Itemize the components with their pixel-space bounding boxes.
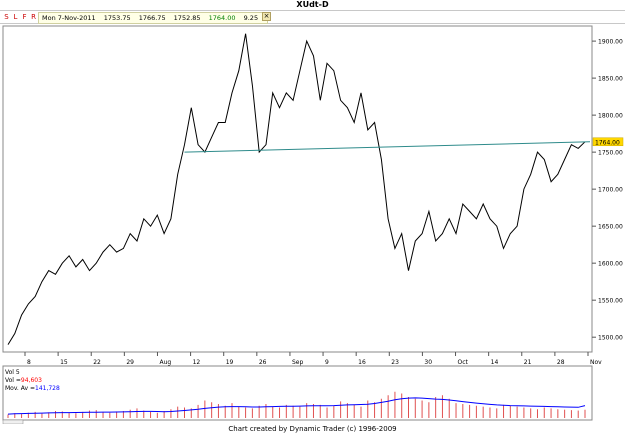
bar-high: 1766.75 <box>138 14 166 22</box>
x-tick-label: Nov <box>590 359 602 366</box>
y-tick-label: 1900.00 <box>598 39 623 46</box>
bar-change: 9.25 <box>243 14 259 22</box>
close-icon[interactable]: × <box>262 12 271 21</box>
chart-canvas[interactable]: 1900.00 1850.00 1800.00 1750.00 1700.00 1650.… <box>0 24 625 424</box>
bar-open: 1753.75 <box>103 14 131 22</box>
bar-close: 1764.00 <box>208 14 236 22</box>
x-tick-label: 14 <box>491 359 499 366</box>
footer-credit: Chart created by Dynamic Trader (c) 1996… <box>0 424 625 435</box>
x-tick-label: 30 <box>424 359 432 366</box>
x-tick-label: 8 <box>27 359 31 366</box>
bar-date: Mon 7-Nov-2011 <box>42 14 96 22</box>
volume-value: 94,603 <box>21 377 42 384</box>
x-tick-label: 26 <box>259 359 267 366</box>
y-tick-label: 1500.00 <box>598 335 623 342</box>
ohlc-readout: Mon 7-Nov-2011 1753.75 1766.75 1752.85 1… <box>38 12 269 24</box>
x-tick-label: Oct <box>458 359 469 366</box>
x-tick-label: 19 <box>226 359 234 366</box>
x-tick-label: Sep <box>292 359 304 366</box>
x-tick-label: 21 <box>524 359 532 366</box>
x-tick-label: 28 <box>557 359 565 366</box>
y-tick-label: 1800.00 <box>598 113 623 120</box>
y-tick-label: 1700.00 <box>598 187 623 194</box>
x-tick-label: 23 <box>391 359 399 366</box>
toolbar-button-s[interactable]: S <box>2 13 11 22</box>
x-tick-label: 12 <box>193 359 201 366</box>
window-title: XUdt-D <box>0 0 625 10</box>
volume-panel-title: Vol 5 <box>5 369 20 376</box>
toolbar-button-f[interactable]: F <box>20 13 29 22</box>
y-tick-label: 1750.00 <box>598 150 623 157</box>
price-panel <box>2 25 593 353</box>
toolbar-button-l[interactable]: L <box>11 13 20 22</box>
x-tick-label: 9 <box>325 359 329 366</box>
bar-low: 1752.85 <box>173 14 201 22</box>
y-tick-label: 1650.00 <box>598 224 623 231</box>
x-tick-label: 16 <box>358 359 366 366</box>
info-bar: S L F R Mon 7-Nov-2011 1753.75 1766.75 1… <box>0 10 625 24</box>
moving-average-readout: Mov. Av =141,728 <box>5 385 60 392</box>
moving-average-value: 141,728 <box>35 385 60 392</box>
x-tick-label: 22 <box>93 359 101 366</box>
x-tick-label: 29 <box>126 359 134 366</box>
y-tick-label: 1550.00 <box>598 298 623 305</box>
x-tick-label: Aug <box>159 359 171 366</box>
y-tick-label: 1600.00 <box>598 261 623 268</box>
chart-window: XUdt-D S L F R Mon 7-Nov-2011 1753.75 17… <box>0 0 625 435</box>
x-tick-label: 15 <box>60 359 68 366</box>
current-price-label: 1764.00 <box>595 139 620 146</box>
y-tick-label: 1850.00 <box>598 76 623 83</box>
toolbar-button-r[interactable]: R <box>29 13 38 22</box>
volume-readout: Vol =94,603 <box>5 377 42 384</box>
